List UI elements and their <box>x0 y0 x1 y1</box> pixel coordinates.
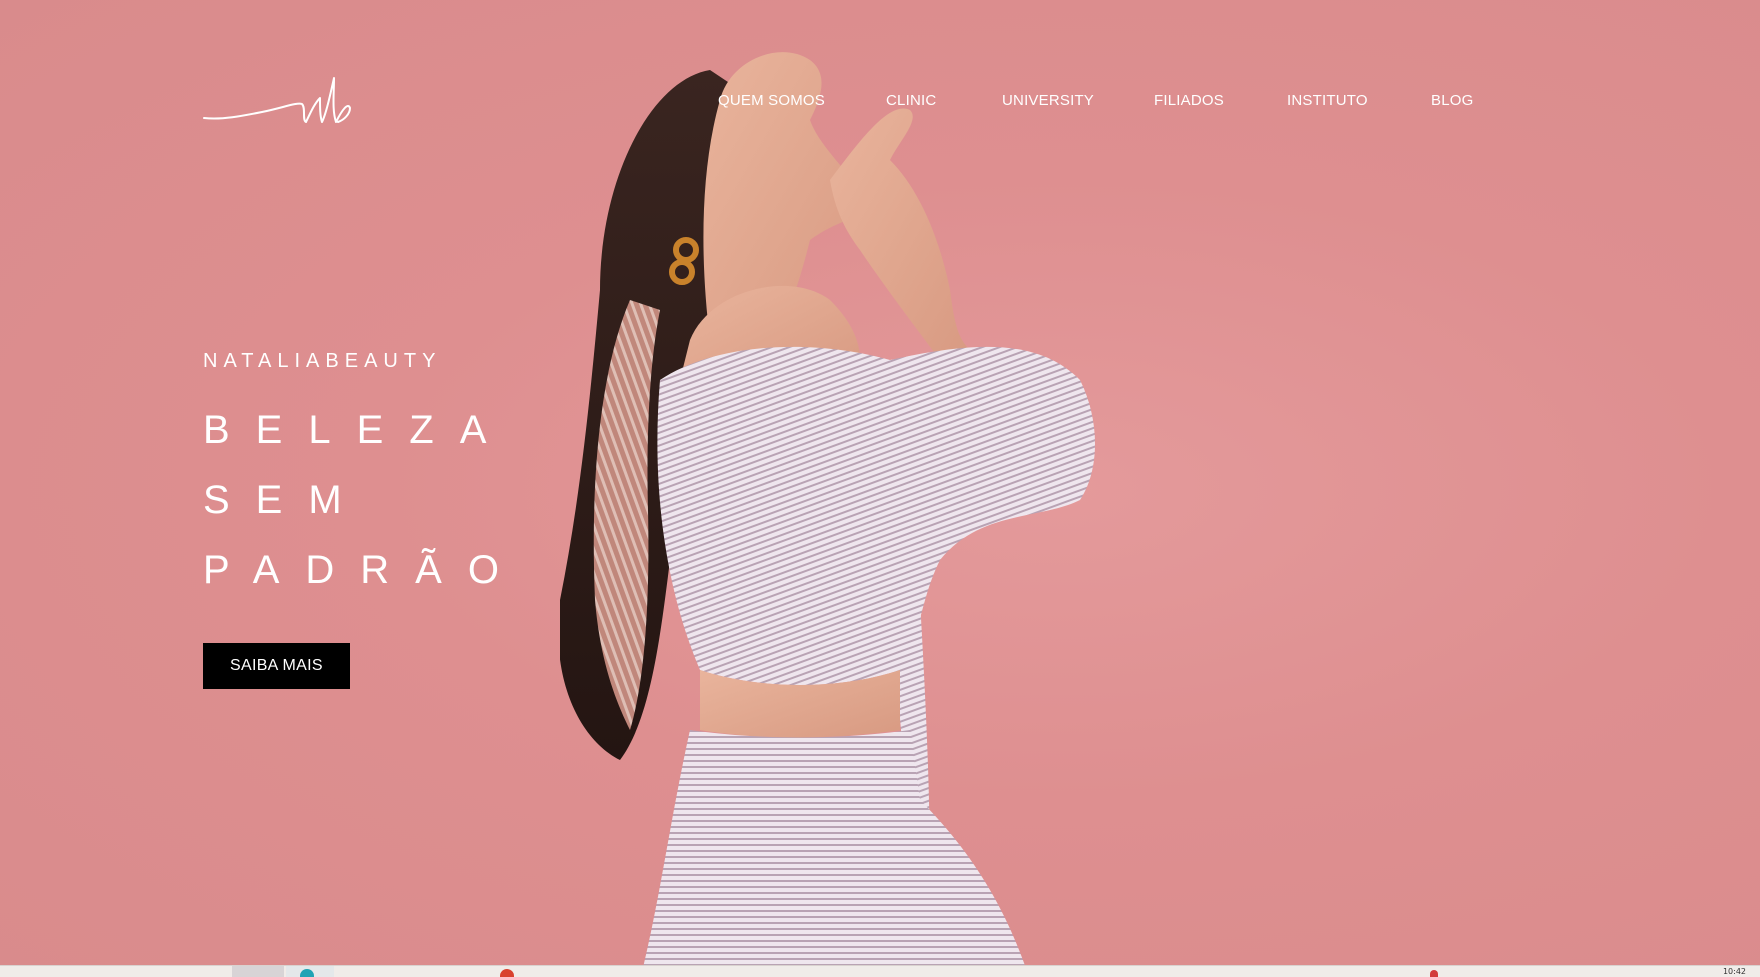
hero-page: QUEM SOMOS CLINIC UNIVERSITY FILIADOS IN… <box>0 0 1760 977</box>
nav-item-filiados[interactable]: FILIADOS <box>1154 92 1224 109</box>
os-taskbar: 10:42 <box>0 965 1760 977</box>
nav-item-university[interactable]: UNIVERSITY <box>1002 92 1094 109</box>
taskbar-chrome-icon[interactable] <box>500 969 514 977</box>
brand-name: NATALIABEAUTY <box>203 350 442 372</box>
nav-item-blog[interactable]: BLOG <box>1431 92 1473 109</box>
saiba-mais-button[interactable]: SAIBA MAIS <box>203 643 350 689</box>
headline-line-3: PADRÃO <box>203 548 525 592</box>
hero-text-block: NATALIABEAUTY BELEZA SEM PADRÃO SAIBA MA… <box>203 350 525 689</box>
taskbar-browser-icon[interactable] <box>300 969 314 977</box>
nav-item-clinic[interactable]: CLINIC <box>886 92 936 109</box>
nav-item-instituto[interactable]: INSTITUTO <box>1287 92 1368 109</box>
taskbar-clock: 10:42 <box>1722 967 1746 976</box>
taskbar-app-icon[interactable] <box>232 966 284 977</box>
nav-item-quem-somos[interactable]: QUEM SOMOS <box>718 92 825 109</box>
headline-line-1: BELEZA <box>203 408 513 452</box>
headline-line-2: SEM <box>203 478 368 522</box>
tray-notification-icon[interactable] <box>1430 970 1438 977</box>
hero-model-image <box>560 40 1280 977</box>
